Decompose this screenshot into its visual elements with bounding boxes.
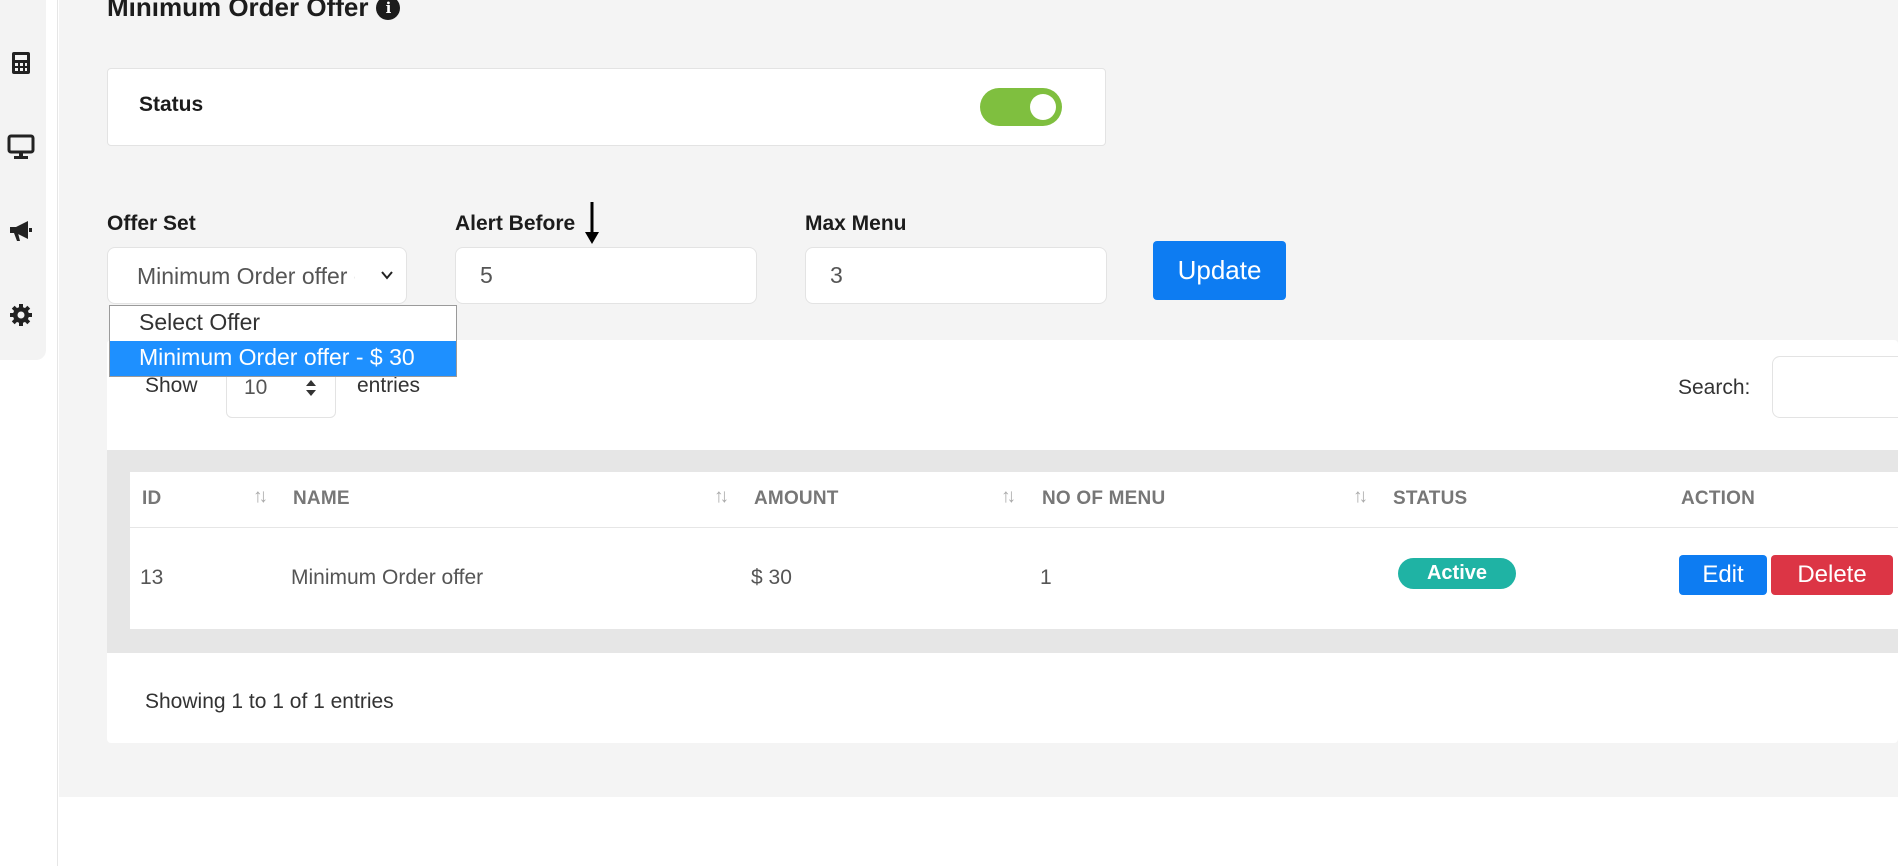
table-wrapper: ID ↑↓ NAME ↑↓ AMOUNT ↑↓ NO OF MENU ↑↓ ST… — [107, 450, 1898, 653]
show-label: Show — [145, 374, 198, 397]
max-menu-input[interactable]: 3 — [805, 247, 1107, 304]
page-title-text: Minimum Order Offer — [107, 0, 369, 22]
sort-icon[interactable]: ↑↓ — [714, 486, 729, 508]
column-header-name[interactable]: NAME — [293, 488, 350, 510]
offer-set-label: Offer Set — [107, 212, 196, 235]
monitor-icon[interactable] — [5, 131, 37, 163]
cell-amount: $ 30 — [751, 566, 792, 589]
column-header-id[interactable]: ID — [142, 488, 161, 510]
calculator-icon[interactable] — [5, 47, 37, 79]
sort-icon[interactable]: ↑↓ — [253, 486, 268, 508]
status-card: Status — [107, 68, 1106, 146]
offer-set-value: Minimum Order offer - $ 30 — [137, 263, 355, 289]
mouse-cursor-icon — [585, 202, 599, 244]
sort-icon[interactable]: ↑↓ — [1001, 486, 1016, 508]
info-icon[interactable]: i — [376, 0, 401, 20]
column-header-amount[interactable]: AMOUNT — [754, 488, 839, 510]
sidebar-panel — [0, 0, 46, 360]
status-badge: Active — [1398, 558, 1516, 589]
search-label: Search: — [1678, 376, 1751, 399]
table-card: Show 10 entries Search: ID ↑↓ NAME ↑↓ AM… — [107, 340, 1898, 743]
cell-id: 13 — [140, 566, 164, 589]
chevron-down-icon — [381, 271, 393, 280]
max-menu-label: Max Menu — [805, 212, 907, 235]
cell-name: Minimum Order offer — [291, 566, 484, 589]
status-label: Status — [139, 93, 204, 116]
cell-no-of-menu: 1 — [1040, 566, 1052, 589]
alert-before-input[interactable]: 5 — [455, 247, 757, 304]
dropdown-option-select-offer[interactable]: Select Offer — [110, 306, 456, 341]
megaphone-icon[interactable] — [5, 215, 37, 247]
offer-set-select[interactable]: Minimum Order offer - $ 30 — [107, 247, 407, 304]
update-button[interactable]: Update — [1153, 241, 1286, 300]
column-header-action: ACTION — [1681, 488, 1756, 509]
offer-set-dropdown: Select Offer Minimum Order offer - $ 30 — [109, 305, 457, 377]
page-title: Minimum Order Offer i — [107, 0, 401, 23]
status-toggle[interactable] — [980, 88, 1062, 126]
dropdown-option-minimum-order[interactable]: Minimum Order offer - $ 30 — [110, 341, 456, 376]
alert-before-label: Alert Before — [455, 212, 576, 235]
toggle-knob — [1030, 94, 1056, 120]
column-header-no-of-menu[interactable]: NO OF MENU — [1042, 488, 1165, 510]
table-header: ID ↑↓ NAME ↑↓ AMOUNT ↑↓ NO OF MENU ↑↓ ST… — [130, 472, 1898, 528]
updown-arrows-icon — [306, 380, 316, 396]
column-header-status[interactable]: STATUS — [1393, 488, 1467, 510]
data-table: ID ↑↓ NAME ↑↓ AMOUNT ↑↓ NO OF MENU ↑↓ ST… — [130, 472, 1898, 629]
gear-icon[interactable] — [5, 299, 37, 331]
entries-label: entries — [357, 374, 421, 397]
sidebar — [0, 0, 58, 866]
search-input[interactable] — [1772, 356, 1898, 418]
table-info: Showing 1 to 1 of 1 entries — [145, 690, 394, 713]
sort-icon[interactable]: ↑↓ — [1353, 486, 1368, 508]
page-size-value: 10 — [244, 376, 268, 399]
delete-button[interactable]: Delete — [1771, 555, 1893, 595]
edit-button[interactable]: Edit — [1679, 555, 1767, 595]
